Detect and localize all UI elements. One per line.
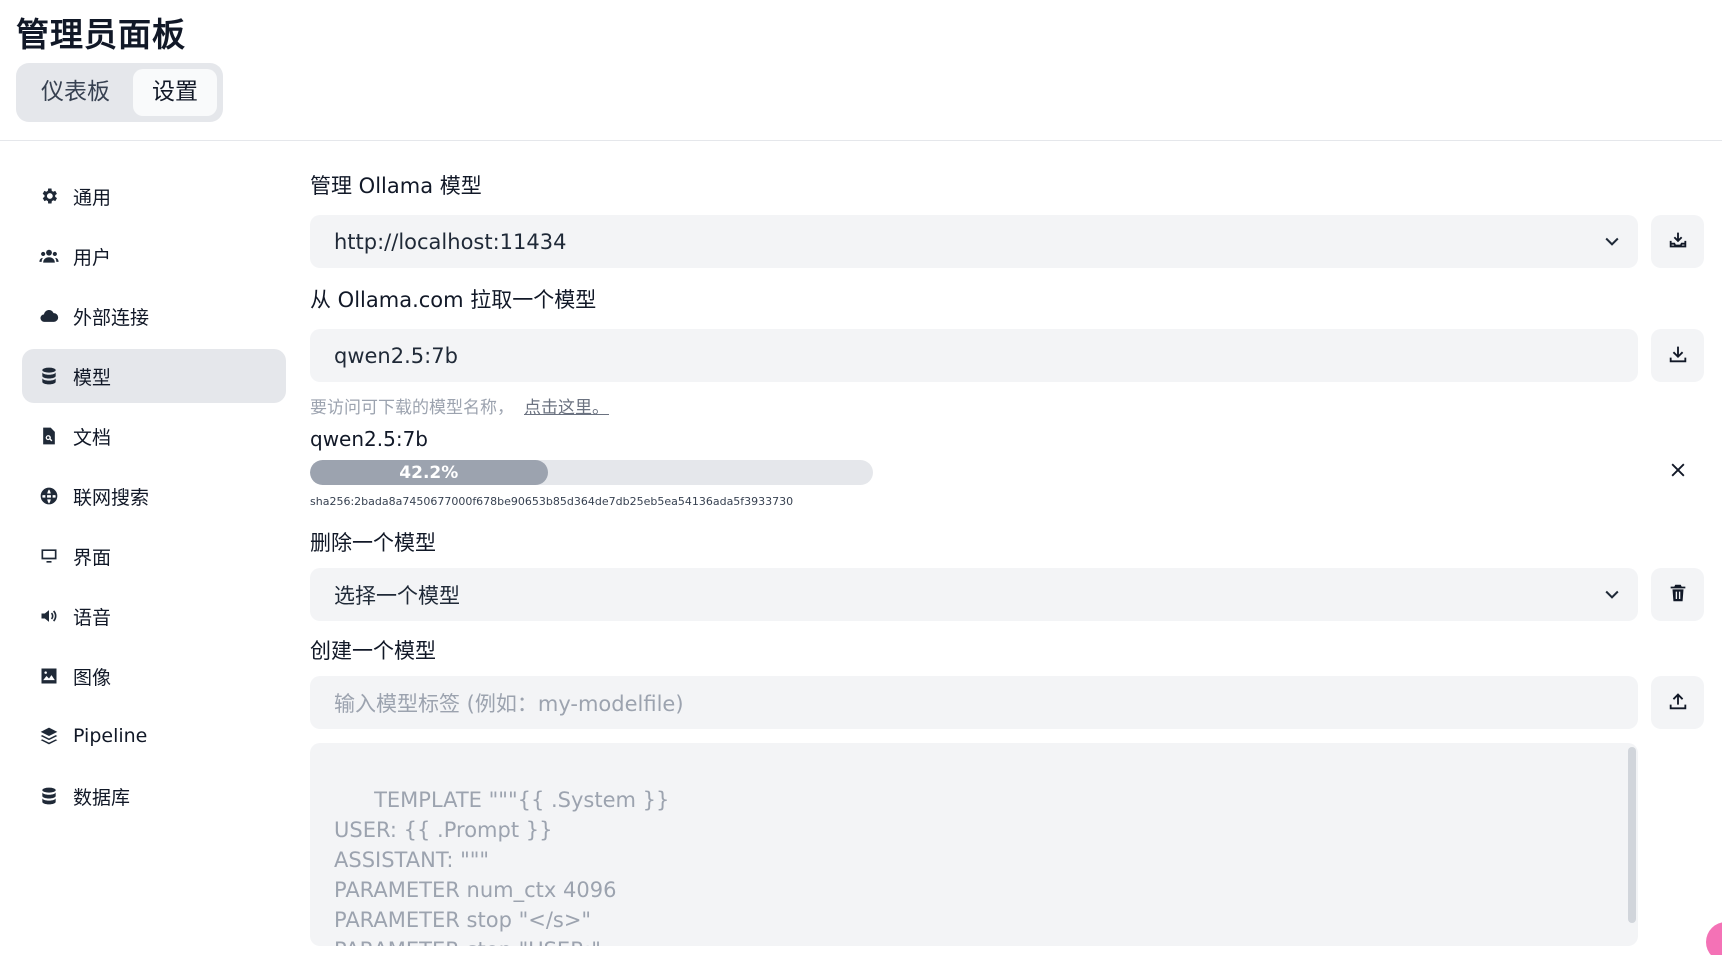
- hint-text: 要访问可下载的模型名称，: [310, 398, 514, 418]
- model-tag-placeholder: 输入模型标签 (例如：my-modelfile): [334, 691, 684, 716]
- model-tag-input[interactable]: 输入模型标签 (例如：my-modelfile): [310, 676, 1638, 729]
- download-tray-icon: [1667, 229, 1689, 255]
- top-tabs: 仪表板 设置: [16, 63, 223, 122]
- delete-model-label: 删除一个模型: [310, 531, 436, 555]
- chevron-down-icon: [1602, 584, 1622, 604]
- pull-model-value: qwen2.5:7b: [334, 343, 458, 368]
- globe-icon: [38, 485, 60, 507]
- sidebar-item-label: 通用: [73, 186, 112, 209]
- delete-model-button[interactable]: [1651, 568, 1704, 621]
- create-model-label: 创建一个模型: [310, 639, 436, 663]
- download-digest: sha256:2bada8a7450677000f678be90653b85d3…: [310, 495, 794, 508]
- download-icon: [1667, 343, 1689, 369]
- sidebar-item-label: 模型: [73, 366, 112, 389]
- admin-panel: 管理员面板 仪表板 设置 通用 用户 外部连接 模型 文档 联网搜索 界面 语音…: [0, 0, 1722, 955]
- speaker-icon: [38, 605, 60, 627]
- close-icon: [1668, 463, 1688, 484]
- sidebar-item-label: 外部连接: [73, 306, 150, 329]
- pull-model-label: 从 Ollama.com 拉取一个模型: [310, 288, 597, 312]
- download-progress-bar: 42.2%: [310, 460, 873, 485]
- ollama-url-select[interactable]: http://localhost:11434: [310, 215, 1638, 268]
- image-icon: [38, 665, 60, 687]
- sidebar-item-documents[interactable]: 文档: [22, 409, 286, 463]
- sidebar-item-interface[interactable]: 界面: [22, 529, 286, 583]
- textarea-scrollbar[interactable]: [1628, 747, 1636, 923]
- sidebar-item-users[interactable]: 用户: [22, 229, 286, 283]
- gear-icon: [38, 185, 60, 207]
- modelfile-textarea[interactable]: TEMPLATE """{{ .System }} USER: {{ .Prom…: [310, 743, 1638, 946]
- settings-sidebar: 通用 用户 外部连接 模型 文档 联网搜索 界面 语音 图像 Pipeline …: [22, 169, 286, 829]
- sidebar-item-pipelines[interactable]: Pipeline: [22, 709, 286, 763]
- database-icon: [38, 365, 60, 387]
- monitor-icon: [38, 545, 60, 567]
- sidebar-item-label: 文档: [73, 426, 112, 449]
- sidebar-item-label: 图像: [73, 666, 112, 689]
- sidebar-item-database[interactable]: 数据库: [22, 769, 286, 823]
- pull-model-input[interactable]: qwen2.5:7b: [310, 329, 1638, 382]
- pull-model-button[interactable]: [1651, 329, 1704, 382]
- sidebar-item-label: 界面: [73, 546, 112, 569]
- sidebar-item-audio[interactable]: 语音: [22, 589, 286, 643]
- delete-model-value: 选择一个模型: [334, 583, 460, 608]
- sidebar-item-label: 语音: [73, 606, 112, 629]
- chevron-down-icon: [1602, 231, 1622, 251]
- ollama-url-value: http://localhost:11434: [334, 229, 567, 254]
- sidebar-item-images[interactable]: 图像: [22, 649, 286, 703]
- database-icon: [38, 785, 60, 807]
- sidebar-item-models[interactable]: 模型: [22, 349, 286, 403]
- delete-model-select[interactable]: 选择一个模型: [310, 568, 1638, 621]
- tab-settings[interactable]: 设置: [133, 69, 217, 116]
- layers-icon: [38, 725, 60, 747]
- manage-ollama-label: 管理 Ollama 模型: [310, 174, 482, 198]
- sidebar-item-label: Pipeline: [73, 725, 148, 747]
- modelfile-placeholder: TEMPLATE """{{ .System }} USER: {{ .Prom…: [334, 788, 670, 946]
- sidebar-item-label: 联网搜索: [73, 486, 150, 509]
- sidebar-item-label: 用户: [73, 246, 112, 269]
- header-divider: [0, 140, 1722, 141]
- upload-icon: [1667, 690, 1689, 716]
- sidebar-item-web-search[interactable]: 联网搜索: [22, 469, 286, 523]
- sidebar-item-general[interactable]: 通用: [22, 169, 286, 223]
- downloading-model-name: qwen2.5:7b: [310, 427, 428, 451]
- document-search-icon: [38, 425, 60, 447]
- floating-avatar[interactable]: [1706, 922, 1722, 955]
- sidebar-item-connections[interactable]: 外部连接: [22, 289, 286, 343]
- download-progress-fill: 42.2%: [310, 460, 548, 485]
- cloud-icon: [38, 305, 60, 327]
- update-models-button[interactable]: [1651, 215, 1704, 268]
- create-model-button[interactable]: [1651, 676, 1704, 729]
- users-icon: [38, 245, 60, 267]
- trash-icon: [1667, 582, 1689, 608]
- model-library-link[interactable]: 点击这里。: [524, 398, 609, 418]
- tab-dashboard[interactable]: 仪表板: [22, 69, 129, 116]
- page-title: 管理员面板: [16, 15, 186, 54]
- sidebar-item-label: 数据库: [73, 786, 131, 809]
- pull-model-hint: 要访问可下载的模型名称， 点击这里。: [310, 393, 609, 418]
- cancel-download-button[interactable]: [1668, 460, 1692, 484]
